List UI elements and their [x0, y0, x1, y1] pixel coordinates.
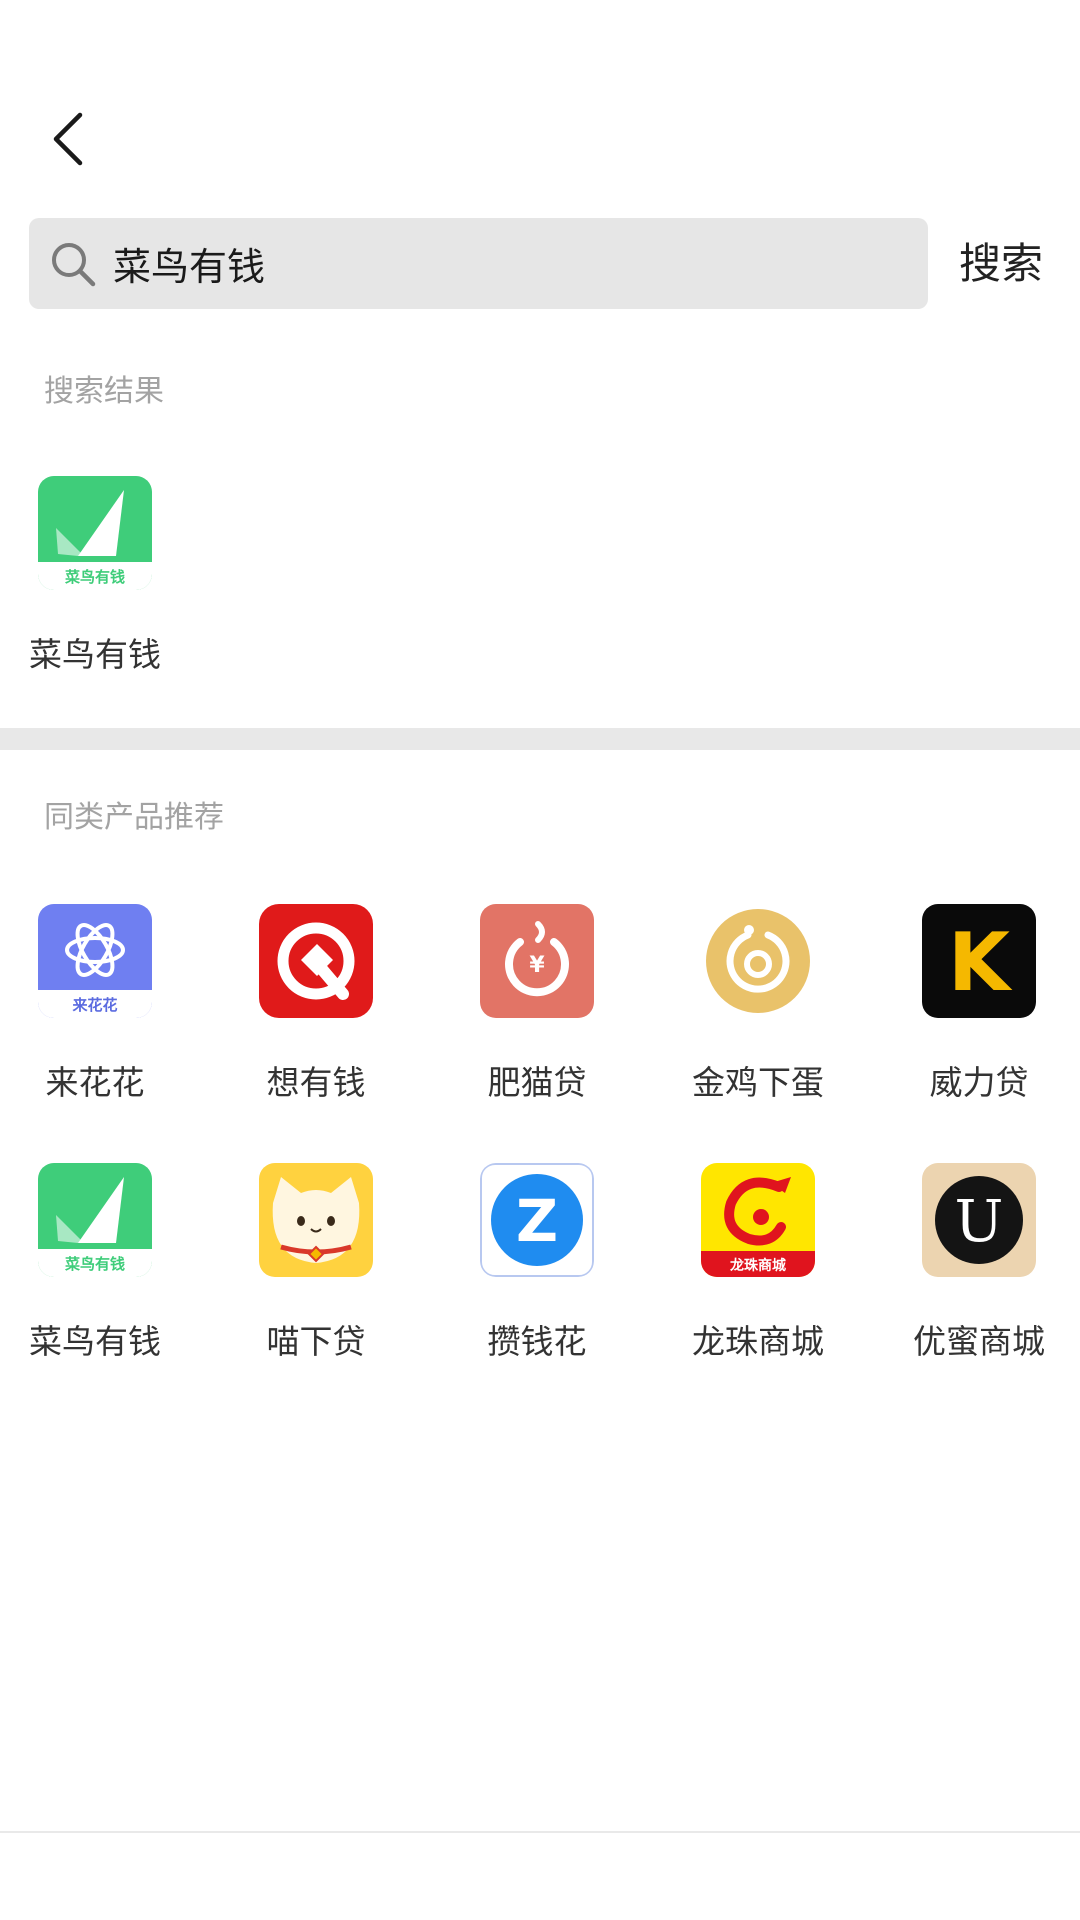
xiangyouqian-app-icon [259, 904, 373, 1018]
recommended-app-tile[interactable]: 来花花 来花花 [0, 904, 190, 1134]
jinjixiadan-app-icon [701, 904, 815, 1018]
recommended-app-tile[interactable]: 想有钱 [221, 904, 411, 1134]
app-icon-text: 来花花 [71, 996, 117, 1014]
search-input[interactable] [113, 218, 903, 309]
zanqianhua-app-icon: Z [480, 1163, 594, 1277]
recommended-app-tile[interactable]: 喵下贷 [221, 1163, 411, 1393]
app-label: 金鸡下蛋 [692, 1063, 824, 1102]
app-icon-text: ¥ [529, 953, 545, 978]
app-label: 肥猫贷 [487, 1063, 587, 1102]
app-label: 优蜜商城 [913, 1322, 1045, 1361]
recommended-app-tile[interactable]: 菜鸟有钱 菜鸟有钱 [0, 1163, 190, 1393]
app-icon-text: 菜鸟有钱 [64, 1255, 125, 1273]
miaoxiadai-app-icon [259, 1163, 373, 1277]
app-icon-text: K [948, 916, 1013, 1009]
longzhu-shangcheng-app-icon: 龙珠商城 [701, 1163, 815, 1277]
app-label: 龙珠商城 [692, 1322, 824, 1361]
search-bar [29, 218, 928, 309]
back-button[interactable] [40, 105, 96, 169]
app-label: 想有钱 [266, 1063, 366, 1102]
app-label: 攒钱花 [487, 1322, 587, 1361]
cainiao-youqian-app-icon: 菜鸟有钱 [38, 1163, 152, 1277]
search-button[interactable]: 搜索 [946, 232, 1056, 296]
app-icon-text: Z [516, 1187, 558, 1255]
section-divider [0, 728, 1080, 750]
recommended-app-tile[interactable]: K 威力贷 [884, 904, 1074, 1134]
cainiao-youqian-app-icon: 菜鸟有钱 [38, 476, 152, 590]
app-label: 菜鸟有钱 [29, 635, 161, 674]
recommended-app-tile[interactable]: 龙珠商城 龙珠商城 [663, 1163, 853, 1393]
recommended-app-tile[interactable]: ¥ 肥猫贷 [442, 904, 632, 1134]
youmi-shangcheng-app-icon: U [922, 1163, 1036, 1277]
recommended-app-tile[interactable]: U 优蜜商城 [884, 1163, 1074, 1393]
laihuahua-app-icon: 来花花 [38, 904, 152, 1018]
app-label: 喵下贷 [266, 1322, 366, 1361]
app-label: 菜鸟有钱 [29, 1322, 161, 1361]
search-results-title: 搜索结果 [44, 374, 164, 409]
feimaodai-app-icon: ¥ [480, 904, 594, 1018]
app-icon-text: 龙珠商城 [729, 1257, 786, 1274]
chevron-left-icon [40, 105, 96, 169]
app-label: 威力贷 [929, 1063, 1029, 1102]
result-app-tile[interactable]: 菜鸟有钱 菜鸟有钱 [0, 476, 190, 706]
weilidai-app-icon: K [922, 904, 1036, 1018]
recommended-app-tile[interactable]: 金鸡下蛋 [663, 904, 853, 1134]
app-icon-text: U [955, 1187, 1004, 1255]
recommendations-title: 同类产品推荐 [44, 800, 224, 835]
app-icon-text: 菜鸟有钱 [64, 568, 125, 586]
search-icon [49, 240, 97, 288]
bottom-divider [0, 1831, 1080, 1833]
recommended-app-tile[interactable]: Z 攒钱花 [442, 1163, 632, 1393]
app-label: 来花花 [45, 1063, 145, 1102]
